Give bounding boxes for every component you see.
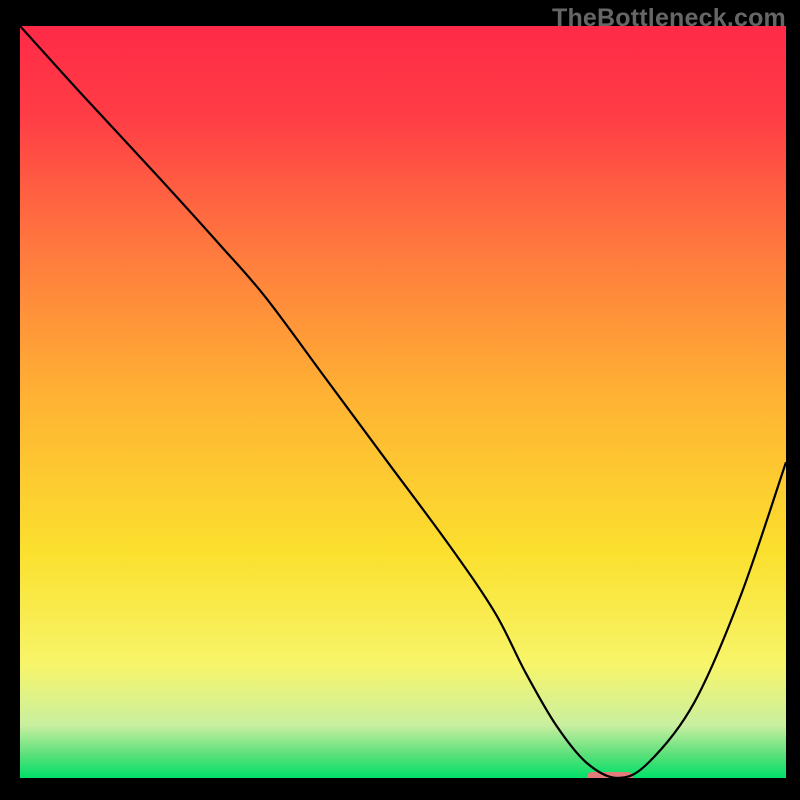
watermark-text: TheBottleneck.com (552, 4, 786, 33)
chart-svg (20, 26, 786, 778)
chart-background (20, 26, 786, 778)
chart-frame: TheBottleneck.com (0, 0, 800, 800)
chart-plot (20, 26, 786, 778)
